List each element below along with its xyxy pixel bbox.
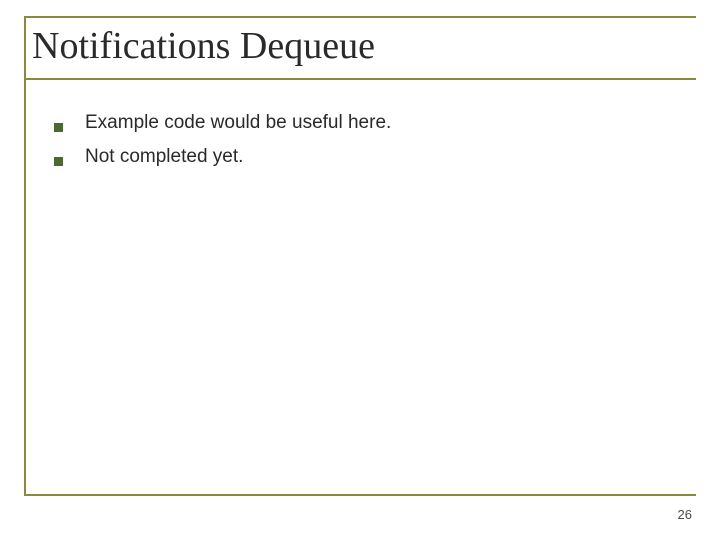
slide-body: Example code would be useful here. Not c… <box>24 80 696 169</box>
bullet-text: Example code would be useful here. <box>85 110 391 136</box>
title-container: Notifications Dequeue <box>24 16 696 80</box>
bullet-item: Not completed yet. <box>54 144 696 170</box>
bottom-border-line <box>24 494 696 496</box>
title-top-line <box>24 16 696 18</box>
left-border-line <box>24 16 26 496</box>
bullet-text: Not completed yet. <box>85 144 243 170</box>
slide-title: Notifications Dequeue <box>24 24 696 80</box>
page-number: 26 <box>678 507 692 522</box>
bullet-item: Example code would be useful here. <box>54 110 696 136</box>
slide-container: Notifications Dequeue Example code would… <box>0 0 720 540</box>
bullet-square-icon <box>54 157 63 166</box>
title-under-line <box>24 78 696 80</box>
bullet-square-icon <box>54 123 63 132</box>
